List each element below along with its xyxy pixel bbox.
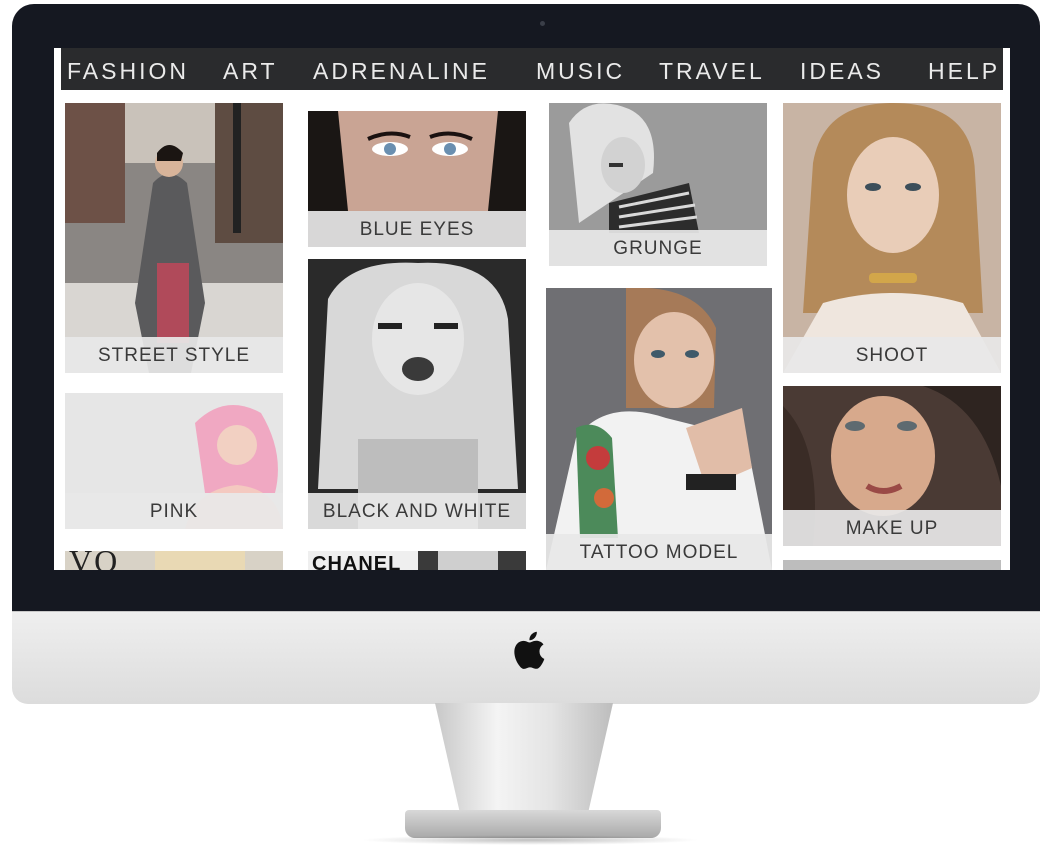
nav-item-fashion[interactable]: FASHION — [67, 48, 189, 90]
tile-label: STREET STYLE — [65, 337, 283, 373]
nav-item-travel[interactable]: TRAVEL — [659, 48, 765, 90]
tattoo-model-photo — [546, 288, 772, 570]
black-and-white-photo — [308, 259, 526, 529]
vogue-brand: VO — [69, 551, 120, 570]
tile-tattoo-model[interactable]: TATTOO MODEL — [546, 288, 772, 570]
tile-label: TATTOO MODEL — [546, 534, 772, 570]
tile-label: MAKE UP — [783, 510, 1001, 546]
tile-pink[interactable]: PINK — [65, 393, 283, 529]
street-style-photo — [65, 103, 283, 373]
tile-label: GRUNGE — [549, 230, 767, 266]
nav-item-adrenaline[interactable]: ADRENALINE — [313, 48, 490, 90]
tile-label: BLACK AND WHITE — [308, 493, 526, 529]
tile-shoot[interactable]: SHOOT — [783, 103, 1001, 373]
apple-logo-icon — [514, 631, 545, 669]
chanel-brand: CHANEL — [312, 553, 402, 570]
tile-label: BLUE EYES — [308, 211, 526, 247]
tile-chanel[interactable]: CHANEL — [308, 551, 526, 570]
nav-item-art[interactable]: ART — [223, 48, 278, 90]
nav-item-help[interactable]: HELP — [928, 48, 1000, 90]
camera-icon — [540, 21, 545, 26]
top-nav: FASHION ART ADRENALINE MUSIC TRAVEL IDEA… — [61, 48, 1003, 90]
tile-black-and-white[interactable]: BLACK AND WHITE — [308, 259, 526, 529]
shoot-photo — [783, 103, 1001, 373]
tile-vogue[interactable]: VO — [65, 551, 283, 570]
tile-label: SHOOT — [783, 337, 1001, 373]
nav-item-music[interactable]: MUSIC — [536, 48, 625, 90]
tile-grunge[interactable]: GRUNGE — [549, 103, 767, 266]
tile-blue-eyes[interactable]: BLUE EYES — [308, 111, 526, 247]
nav-item-ideas[interactable]: IDEAS — [800, 48, 884, 90]
stand-shadow — [360, 835, 700, 845]
tile-make-up[interactable]: MAKE UP — [783, 386, 1001, 546]
tile-label: PINK — [65, 493, 283, 529]
tile-street-style[interactable]: STREET STYLE — [65, 103, 283, 373]
screen: FASHION ART ADRENALINE MUSIC TRAVEL IDEA… — [54, 48, 1010, 570]
tile-next[interactable] — [783, 560, 1001, 570]
monitor-stand — [435, 703, 613, 813]
monitor-stand-foot — [405, 810, 661, 838]
